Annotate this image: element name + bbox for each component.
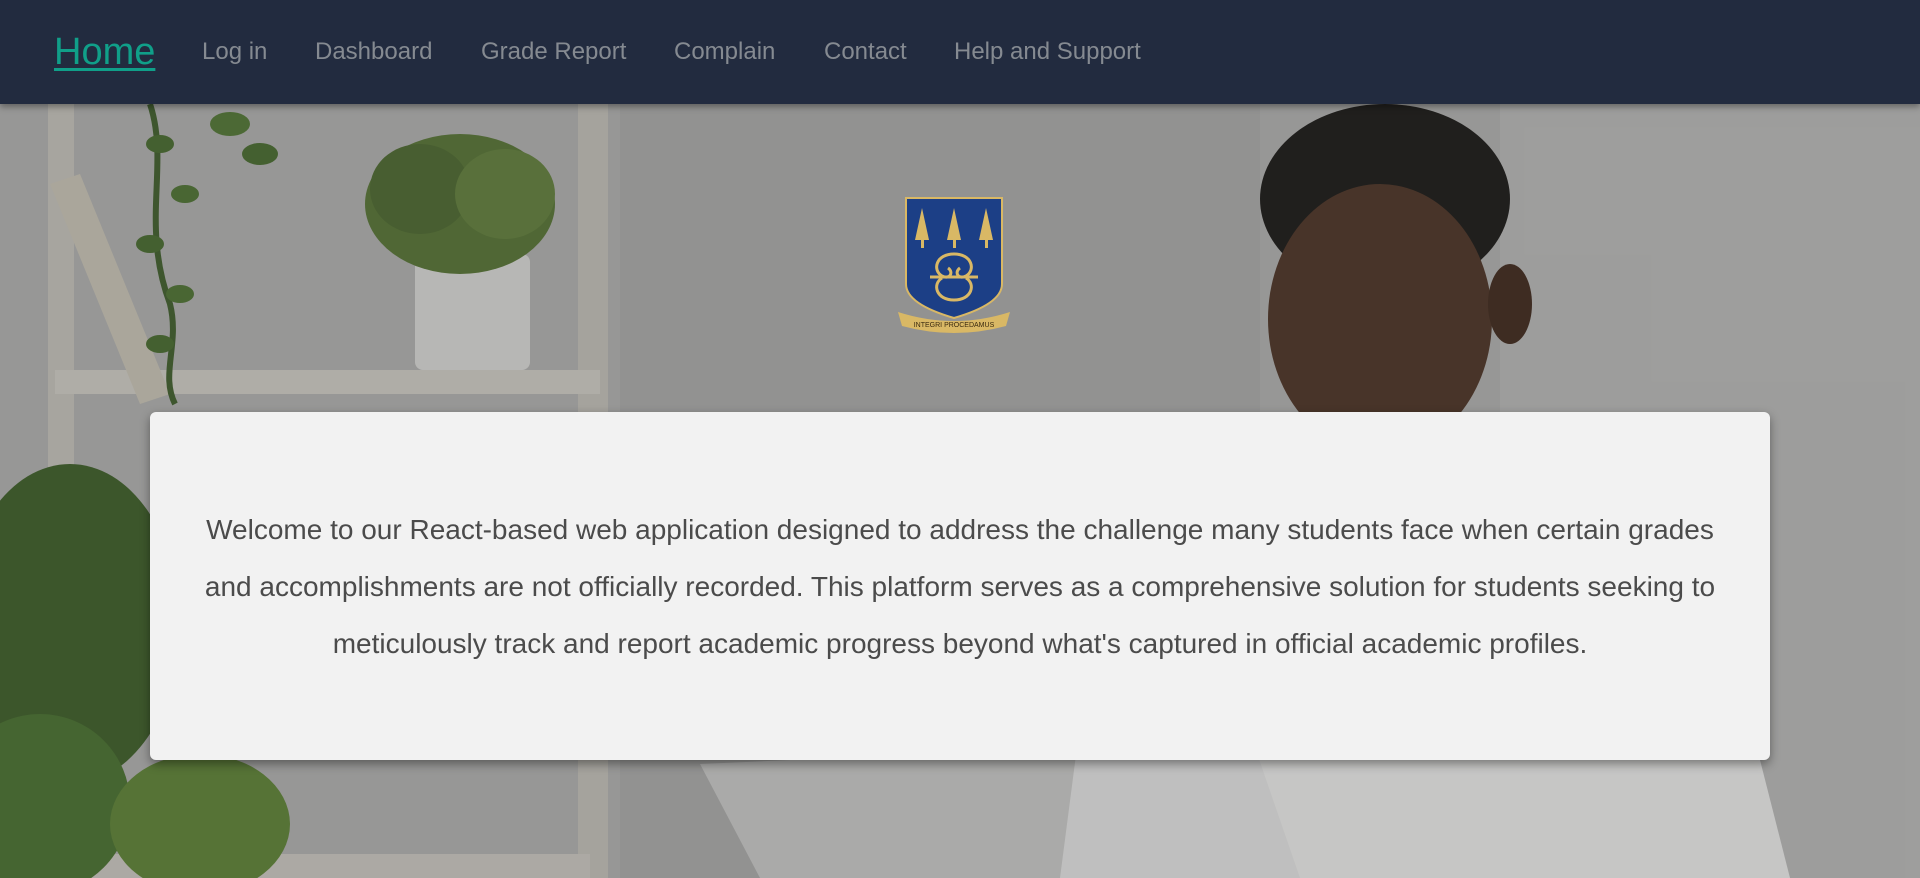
nav-home-link[interactable]: Home (54, 0, 155, 104)
top-navbar: Home Log in Dashboard Grade Report Compl… (0, 0, 1920, 104)
nav-dashboard-link[interactable]: Dashboard (315, 0, 432, 104)
nav-grade-report-link[interactable]: Grade Report (481, 0, 626, 104)
nav-help-support-link[interactable]: Help and Support (954, 0, 1141, 104)
nav-complain-link[interactable]: Complain (674, 0, 775, 104)
university-crest-icon: INTEGRI PROCEDAMUS (898, 197, 1010, 333)
welcome-description: Welcome to our React-based web applicati… (204, 513, 1716, 659)
nav-login-link[interactable]: Log in (202, 0, 267, 104)
welcome-card: Welcome to our React-based web applicati… (150, 412, 1770, 760)
nav-contact-link[interactable]: Contact (824, 0, 907, 104)
crest-motto-text: INTEGRI PROCEDAMUS (914, 322, 995, 329)
